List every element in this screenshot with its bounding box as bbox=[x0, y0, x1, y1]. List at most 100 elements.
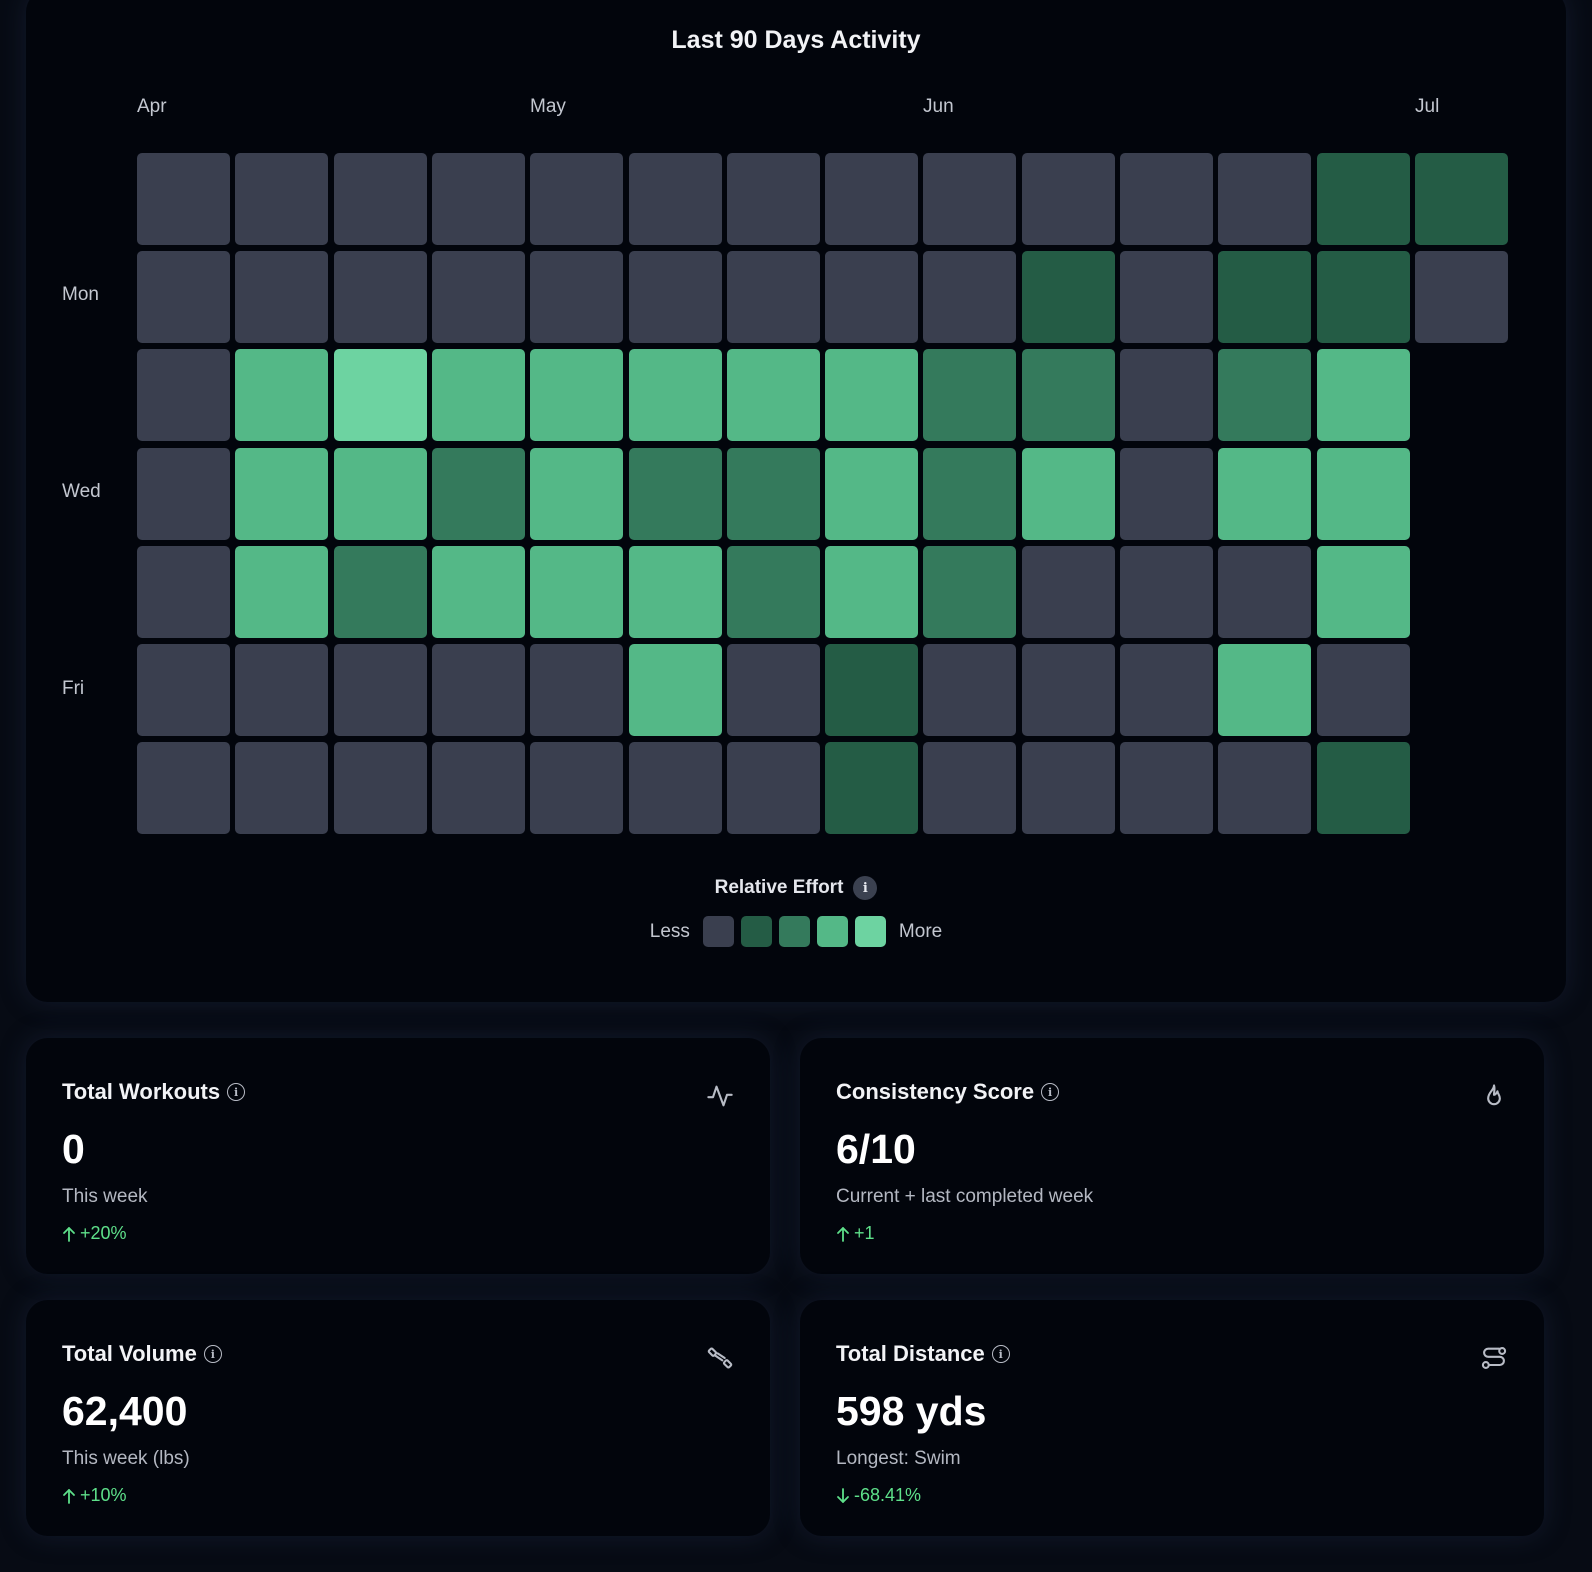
heatmap-cell[interactable] bbox=[628, 251, 722, 344]
heatmap-cell[interactable] bbox=[235, 447, 329, 540]
heatmap-cell[interactable] bbox=[235, 644, 329, 736]
heatmap-cell[interactable] bbox=[333, 742, 427, 835]
heatmap-cell[interactable] bbox=[137, 545, 230, 638]
heatmap-cell[interactable] bbox=[530, 742, 624, 835]
heatmap-cell[interactable] bbox=[1021, 251, 1115, 344]
heatmap-cell[interactable] bbox=[726, 447, 820, 540]
heatmap-cell[interactable] bbox=[825, 251, 919, 344]
info-icon[interactable]: i bbox=[203, 1345, 222, 1363]
heatmap-cell[interactable] bbox=[726, 545, 820, 638]
heatmap-cell[interactable] bbox=[137, 447, 230, 540]
heatmap-cell[interactable] bbox=[1120, 447, 1213, 540]
heatmap-cell[interactable] bbox=[1218, 545, 1312, 638]
heatmap-cell[interactable] bbox=[137, 349, 230, 442]
heatmap-cell[interactable] bbox=[1218, 153, 1312, 245]
heatmap-cell[interactable] bbox=[1316, 644, 1410, 736]
heatmap-cell[interactable] bbox=[530, 153, 624, 245]
heatmap-cell[interactable] bbox=[1316, 251, 1410, 344]
stat-value: 62,400 bbox=[62, 1388, 188, 1434]
heatmap-cell[interactable] bbox=[1316, 447, 1410, 540]
heatmap-cell[interactable] bbox=[333, 153, 427, 245]
heatmap-cell[interactable] bbox=[1120, 545, 1213, 638]
heatmap-cell[interactable] bbox=[1021, 742, 1115, 835]
heatmap-cell[interactable] bbox=[235, 545, 329, 638]
heatmap-cell[interactable] bbox=[1316, 153, 1410, 245]
heatmap-cell[interactable] bbox=[235, 349, 329, 442]
info-icon[interactable]: i bbox=[1041, 1083, 1060, 1101]
heatmap-cell[interactable] bbox=[1218, 742, 1312, 835]
heatmap-cell[interactable] bbox=[333, 447, 427, 540]
heatmap-cell[interactable] bbox=[628, 349, 722, 442]
heatmap-cell[interactable] bbox=[923, 742, 1017, 835]
heatmap-cell[interactable] bbox=[431, 447, 525, 540]
heatmap-cell[interactable] bbox=[1021, 349, 1115, 442]
heatmap-cell[interactable] bbox=[530, 349, 624, 442]
heatmap-cell[interactable] bbox=[1120, 251, 1213, 344]
heatmap-cell[interactable] bbox=[628, 153, 722, 245]
heatmap-cell[interactable] bbox=[333, 644, 427, 736]
heatmap-cell[interactable] bbox=[431, 349, 525, 442]
heatmap-cell[interactable] bbox=[726, 349, 820, 442]
heatmap-cell[interactable] bbox=[1316, 545, 1410, 638]
heatmap-cell[interactable] bbox=[530, 644, 624, 736]
heatmap-cell[interactable] bbox=[726, 742, 820, 835]
heatmap-cell[interactable] bbox=[923, 447, 1017, 540]
heatmap-cell[interactable] bbox=[923, 153, 1017, 245]
heatmap-cell[interactable] bbox=[1316, 349, 1410, 442]
heatmap-cell[interactable] bbox=[825, 447, 919, 540]
heatmap-cell[interactable] bbox=[137, 742, 230, 835]
heatmap-cell[interactable] bbox=[1021, 153, 1115, 245]
heatmap-cell[interactable] bbox=[923, 349, 1017, 442]
heatmap-cell[interactable] bbox=[923, 251, 1017, 344]
heatmap-cell[interactable] bbox=[628, 447, 722, 540]
heatmap-cell[interactable] bbox=[1414, 153, 1508, 245]
heatmap-cell[interactable] bbox=[1120, 644, 1213, 736]
info-icon[interactable]: i bbox=[853, 876, 878, 900]
heatmap-cell[interactable] bbox=[923, 545, 1017, 638]
info-icon[interactable]: i bbox=[227, 1083, 246, 1101]
heatmap-cell[interactable] bbox=[431, 742, 525, 835]
heatmap-cell[interactable] bbox=[628, 545, 722, 638]
heatmap-cell[interactable] bbox=[137, 251, 230, 344]
heatmap-cell[interactable] bbox=[726, 644, 820, 736]
heatmap-cell[interactable] bbox=[235, 251, 329, 344]
heatmap-cell[interactable] bbox=[628, 644, 722, 736]
heatmap-cell[interactable] bbox=[333, 545, 427, 638]
heatmap-cell[interactable] bbox=[137, 644, 230, 736]
heatmap-cell[interactable] bbox=[825, 644, 919, 736]
heatmap-cell[interactable] bbox=[137, 153, 230, 245]
heatmap-cell[interactable] bbox=[1120, 349, 1213, 442]
heatmap-cell[interactable] bbox=[1021, 545, 1115, 638]
heatmap-cell[interactable] bbox=[1021, 644, 1115, 736]
heatmap-cell[interactable] bbox=[825, 742, 919, 835]
heatmap-cell[interactable] bbox=[530, 545, 624, 638]
heatmap-cell[interactable] bbox=[431, 153, 525, 245]
heatmap-cell[interactable] bbox=[1120, 153, 1213, 245]
heatmap-cell[interactable] bbox=[1316, 742, 1410, 835]
heatmap-cell[interactable] bbox=[726, 153, 820, 245]
stat-delta-value: +1 bbox=[854, 1223, 875, 1243]
heatmap-cell[interactable] bbox=[1218, 644, 1312, 736]
heatmap-cell[interactable] bbox=[333, 349, 427, 442]
heatmap-cell[interactable] bbox=[825, 349, 919, 442]
heatmap-cell[interactable] bbox=[1218, 349, 1312, 442]
heatmap-cell[interactable] bbox=[333, 251, 427, 344]
heatmap-cell[interactable] bbox=[235, 742, 329, 835]
heatmap-cell[interactable] bbox=[1218, 251, 1312, 344]
heatmap-cell[interactable] bbox=[825, 545, 919, 638]
heatmap-cell[interactable] bbox=[628, 742, 722, 835]
heatmap-cell[interactable] bbox=[235, 153, 329, 245]
heatmap-cell[interactable] bbox=[530, 251, 624, 344]
heatmap-cell[interactable] bbox=[1218, 447, 1312, 540]
heatmap-cell[interactable] bbox=[530, 447, 624, 540]
heatmap-cell[interactable] bbox=[1021, 447, 1115, 540]
heatmap-cell[interactable] bbox=[431, 545, 525, 638]
heatmap-cell[interactable] bbox=[825, 153, 919, 245]
heatmap-cell[interactable] bbox=[431, 644, 525, 736]
heatmap-cell[interactable] bbox=[1120, 742, 1213, 835]
heatmap-cell[interactable] bbox=[923, 644, 1017, 736]
heatmap-cell[interactable] bbox=[431, 251, 525, 344]
heatmap-cell[interactable] bbox=[1414, 251, 1508, 344]
info-icon[interactable]: i bbox=[991, 1345, 1010, 1363]
heatmap-cell[interactable] bbox=[726, 251, 820, 344]
